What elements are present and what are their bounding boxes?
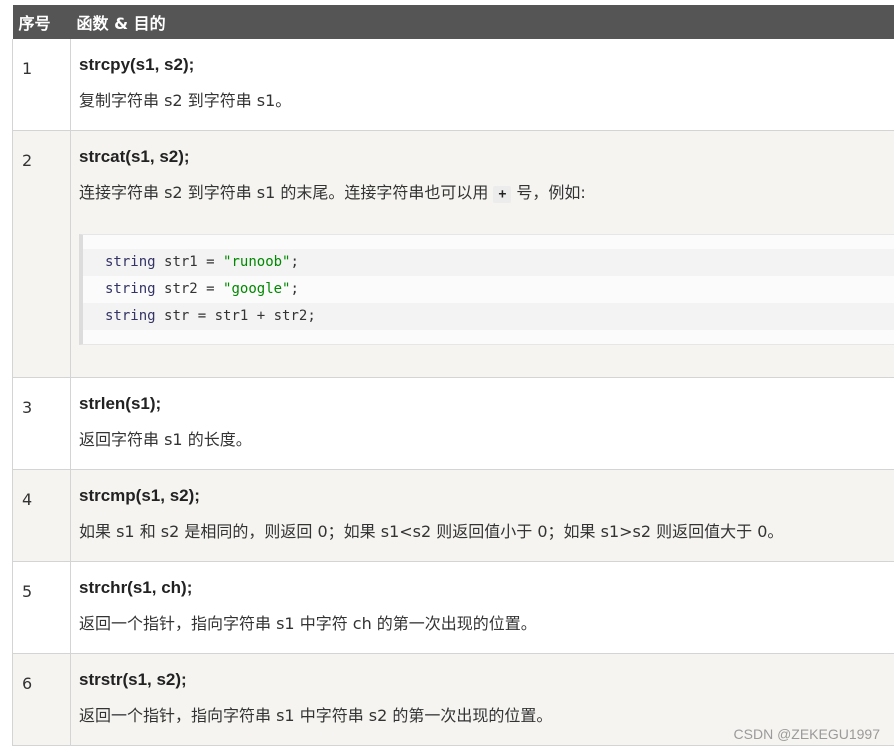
table-row: 4 strcmp(s1, s2); 如果 s1 和 s2 是相同的，则返回 0；…: [12, 469, 894, 562]
row-number: 3: [12, 377, 71, 470]
code-variable: str: [164, 307, 190, 324]
code-line: string str = str1 + str2;: [83, 302, 894, 330]
row-content: strcat(s1, s2); 连接字符串 s2 到字符串 s1 的末尾。连接字…: [70, 130, 894, 378]
row-content: strchr(s1, ch); 返回一个指针，指向字符串 s1 中字符 ch 的…: [70, 561, 894, 654]
code-line: string str1 = "runoob";: [83, 248, 894, 276]
function-signature: strcat(s1, s2);: [79, 146, 190, 166]
table-header-row: 序号 函数 & 目的: [12, 5, 894, 39]
function-signature: strcmp(s1, s2);: [79, 485, 200, 505]
watermark: CSDN @ZEKEGU1997: [733, 726, 880, 742]
table-row: 5 strchr(s1, ch); 返回一个指针，指向字符串 s1 中字符 ch…: [12, 561, 894, 654]
code-string-literal: "google": [223, 280, 291, 297]
function-signature: strcpy(s1, s2);: [79, 55, 195, 74]
row-content: strcmp(s1, s2); 如果 s1 和 s2 是相同的，则返回 0；如果…: [70, 469, 894, 562]
table-row: 3 strlen(s1); 返回字符串 s1 的长度。: [12, 377, 894, 470]
function-signature: strlen(s1);: [79, 393, 162, 413]
row-number: 1: [12, 39, 71, 131]
row-number: 2: [12, 130, 71, 378]
description-text: 号，例如:: [511, 182, 586, 202]
code-type-keyword: string: [105, 253, 156, 270]
code-terminator: ;: [290, 253, 299, 270]
code-type-keyword: string: [105, 307, 156, 324]
code-operator: =: [206, 280, 215, 297]
code-operator: =: [206, 253, 215, 270]
row-number: 6: [12, 653, 71, 746]
function-description: 返回一个指针，指向字符串 s1 中字符串 s2 的第一次出现的位置。: [79, 705, 553, 725]
code-string-literal: "runoob": [223, 253, 291, 270]
function-description: 复制字符串 s2 到字符串 s1。: [79, 91, 292, 110]
function-signature: strstr(s1, s2);: [79, 669, 187, 689]
table-row: 2 strcat(s1, s2); 连接字符串 s2 到字符串 s1 的末尾。连…: [12, 130, 894, 378]
code-type-keyword: string: [105, 280, 156, 297]
row-number: 5: [12, 561, 71, 654]
header-function-purpose: 函数 & 目的: [70, 5, 894, 39]
string-functions-table-container: 序号 函数 & 目的 1 strcpy(s1, s2); 复制字符串 s2 到字…: [12, 5, 894, 746]
code-operator: =: [197, 307, 207, 324]
function-description: 连接字符串 s2 到字符串 s1 的末尾。连接字符串也可以用 + 号，例如:: [79, 181, 886, 207]
description-text: 连接字符串 s2 到字符串 s1 的末尾。连接字符串也可以用: [79, 182, 494, 202]
table-row: 1 strcpy(s1, s2); 复制字符串 s2 到字符串 s1。: [12, 39, 894, 131]
header-number: 序号: [12, 5, 71, 39]
function-description: 返回一个指针，指向字符串 s1 中字符 ch 的第一次出现的位置。: [79, 613, 537, 633]
string-functions-table: 序号 函数 & 目的 1 strcpy(s1, s2); 复制字符串 s2 到字…: [12, 5, 894, 746]
code-terminator: ;: [290, 280, 299, 297]
code-terminator: ;: [307, 307, 316, 324]
inline-code-plus: +: [493, 185, 512, 203]
function-signature: strchr(s1, ch);: [79, 577, 193, 597]
code-example-block: string str1 = "runoob"; string str2 = "g…: [79, 233, 894, 345]
function-description: 返回字符串 s1 的长度。: [79, 429, 252, 449]
function-description: 如果 s1 和 s2 是相同的，则返回 0；如果 s1<s2 则返回值小于 0；…: [79, 521, 784, 541]
code-line: string str2 = "google";: [105, 276, 894, 303]
row-number: 4: [12, 469, 71, 562]
code-expression: str1 + str2: [214, 307, 308, 324]
code-variable: str2: [164, 280, 198, 297]
row-content: strlen(s1); 返回字符串 s1 的长度。: [70, 377, 894, 470]
code-variable: str1: [164, 253, 198, 270]
row-content: strcpy(s1, s2); 复制字符串 s2 到字符串 s1。: [70, 39, 894, 131]
